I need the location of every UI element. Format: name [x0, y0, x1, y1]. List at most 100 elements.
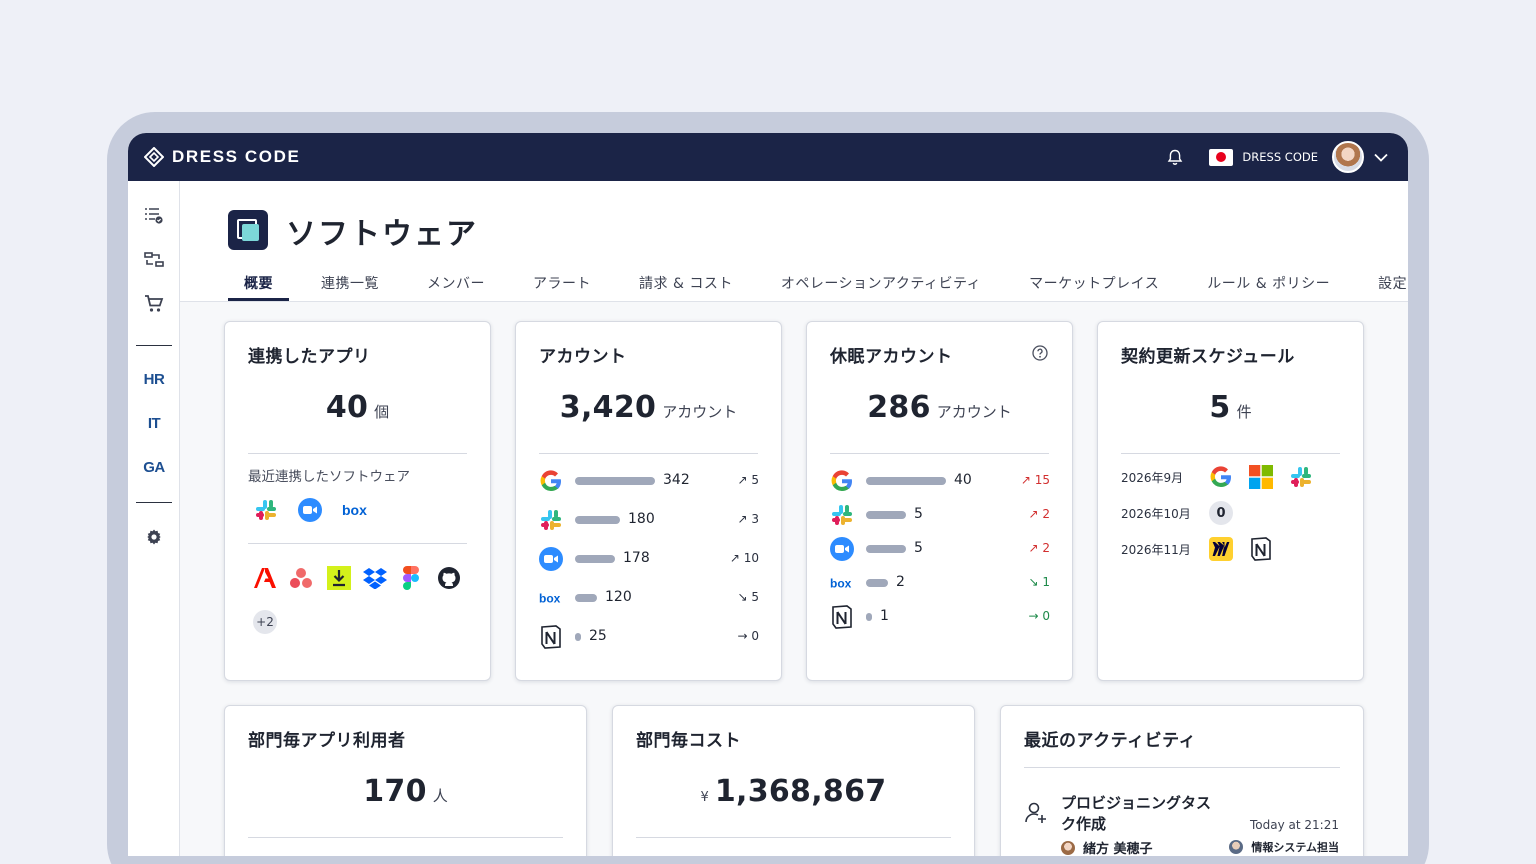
dropbox-icon[interactable]: [363, 566, 387, 590]
sidebar-item-ga[interactable]: GA: [128, 459, 180, 476]
app-account-row[interactable]: box 120 ↘ 5: [539, 585, 759, 611]
chevron-down-icon[interactable]: [1374, 153, 1388, 162]
divider: [248, 543, 467, 544]
trend-indicator: ↘ 1: [1028, 575, 1050, 589]
more-apps-badge[interactable]: +2: [253, 610, 277, 634]
app-account-row[interactable]: 40 ↗ 15: [830, 468, 1050, 494]
tab-operation-activity[interactable]: オペレーションアクティビティ: [765, 269, 997, 301]
microsoft-icon[interactable]: [1249, 465, 1273, 489]
user-avatar[interactable]: [1332, 141, 1364, 173]
box-icon: box: [830, 571, 854, 595]
slack-icon[interactable]: [254, 498, 278, 522]
box-icon[interactable]: box: [341, 498, 371, 522]
app-account-row[interactable]: 25 → 0: [539, 624, 759, 650]
accounts-card[interactable]: アカウント 3,420 アカウント 342 ↗ 5 180 ↗ 3 178 ↗ 10 box 1…: [515, 321, 782, 681]
zoom-icon[interactable]: [298, 498, 322, 522]
trend-indicator: → 0: [737, 629, 759, 643]
sidebar-item-hr[interactable]: HR: [128, 371, 180, 388]
renewal-count-badge: 0: [1209, 501, 1233, 525]
notifications-bell-icon[interactable]: [1167, 149, 1183, 166]
app-account-row[interactable]: 1 → 0: [830, 604, 1050, 630]
recent-activity-card[interactable]: 最近のアクティビティ プロビジョニングタスク作成 Today at 21:21 …: [1000, 705, 1364, 856]
trend-indicator: ↗ 10: [729, 551, 759, 565]
tab-billing-cost[interactable]: 請求 & コスト: [623, 269, 749, 301]
count-bar: [866, 613, 872, 621]
google-icon[interactable]: [1209, 465, 1233, 489]
renewal-schedule-card[interactable]: 契約更新スケジュール 5件 2026年9月 2026年10月 0 2026年11…: [1097, 321, 1364, 681]
activity-user-name: 緒方 美穂子: [1083, 842, 1153, 856]
renewal-row: 2026年9月: [1121, 462, 1351, 492]
slack-icon[interactable]: [1289, 465, 1313, 489]
trend-indicator: ↘ 5: [737, 590, 759, 604]
app-account-row[interactable]: 5 ↗ 2: [830, 536, 1050, 562]
figma-icon[interactable]: [399, 566, 423, 590]
count-bar: [866, 545, 906, 553]
trend-indicator: ↗ 2: [1028, 541, 1050, 555]
integrated-apps-card[interactable]: 連携したアプリ 40 個 最近連携したソフトウェア box +2: [224, 321, 491, 681]
count-bar: [575, 516, 620, 524]
help-icon[interactable]: [1031, 344, 1049, 362]
renewal-row: 2026年10月 0: [1121, 498, 1351, 528]
workflow-icon[interactable]: [142, 248, 166, 272]
dormant-accounts-count: 286 アカウント: [867, 390, 1012, 425]
card-title: 最近のアクティビティ: [1024, 731, 1197, 751]
account-count: 180: [628, 511, 655, 527]
miro-icon[interactable]: [1209, 537, 1233, 561]
box-icon: box: [539, 586, 563, 610]
divider: [248, 453, 467, 454]
japan-flag-icon: [1209, 148, 1234, 166]
cart-icon[interactable]: [142, 292, 166, 316]
tab-rules-policy[interactable]: ルール & ポリシー: [1191, 269, 1346, 301]
department-cost-card[interactable]: 部門毎コスト ¥1,368,867: [612, 705, 975, 856]
app-account-row[interactable]: 5 ↗ 2: [830, 502, 1050, 528]
trend-indicator: ↗ 3: [737, 512, 759, 526]
page-title: ソフトウェア: [286, 217, 478, 252]
renewal-month: 2026年11月: [1121, 543, 1191, 557]
divider: [636, 837, 951, 838]
dormant-accounts-card[interactable]: 休眠アカウント 286 アカウント 40 ↗ 15 5 ↗ 2 5 ↗ 2 box 2 ↘ 1 1 →…: [806, 321, 1073, 681]
notion-icon[interactable]: [1249, 537, 1273, 561]
tab-settings[interactable]: 設定: [1362, 269, 1408, 301]
github-icon[interactable]: [437, 566, 461, 590]
svg-text:box: box: [830, 576, 852, 590]
integrated-apps-count: 40 個: [325, 390, 390, 425]
org-name: DRESS CODE: [1242, 150, 1318, 164]
adobe-icon[interactable]: [253, 566, 277, 590]
tab-integrations[interactable]: 連携一覧: [305, 269, 395, 301]
sidebar: HR IT GA: [128, 181, 180, 856]
download-app-icon[interactable]: [327, 566, 351, 590]
main-content: ソフトウェア 概要 連携一覧 メンバー アラート 請求 & コスト オペレーショ…: [180, 181, 1408, 856]
gear-icon[interactable]: [142, 525, 166, 549]
tab-marketplace[interactable]: マーケットプレイス: [1013, 269, 1175, 301]
brand-logo[interactable]: DRESS CODE: [144, 147, 300, 167]
account-count: 1: [880, 608, 889, 624]
activity-user: 緒方 美穂子: [1061, 838, 1153, 856]
tab-members[interactable]: メンバー: [411, 269, 501, 301]
org-switcher[interactable]: DRESS CODE: [1209, 148, 1318, 166]
account-count: 5: [914, 506, 923, 522]
app-account-row[interactable]: box 2 ↘ 1: [830, 570, 1050, 596]
department-app-users-card[interactable]: 部門毎アプリ利用者 170 人: [224, 705, 587, 856]
sidebar-item-it[interactable]: IT: [128, 415, 180, 432]
activity-title[interactable]: プロビジョニングタスク作成: [1061, 793, 1221, 835]
divider: [539, 453, 758, 454]
brand-name: DRESS CODE: [172, 147, 301, 166]
slack-icon: [539, 508, 563, 532]
asana-icon[interactable]: [289, 566, 313, 590]
divider: [1121, 453, 1340, 454]
task-list-icon[interactable]: [142, 204, 166, 228]
card-title: 部門毎アプリ利用者: [248, 731, 406, 751]
app-account-row[interactable]: 342 ↗ 5: [539, 468, 759, 494]
app-account-row[interactable]: 178 ↗ 10: [539, 546, 759, 572]
tab-overview[interactable]: 概要: [228, 269, 289, 301]
activity-team-name: 情報システム担当: [1251, 841, 1339, 854]
account-count: 120: [605, 589, 632, 605]
accounts-count: 3,420 アカウント: [559, 390, 738, 425]
app-account-row[interactable]: 180 ↗ 3: [539, 507, 759, 533]
team-avatar: [1229, 840, 1244, 854]
divider: [1024, 767, 1340, 768]
tab-alerts[interactable]: アラート: [517, 269, 607, 301]
count-bar: [575, 477, 655, 485]
recent-software-label: 最近連携したソフトウェア: [248, 469, 410, 485]
trend-indicator: → 0: [1028, 609, 1050, 623]
